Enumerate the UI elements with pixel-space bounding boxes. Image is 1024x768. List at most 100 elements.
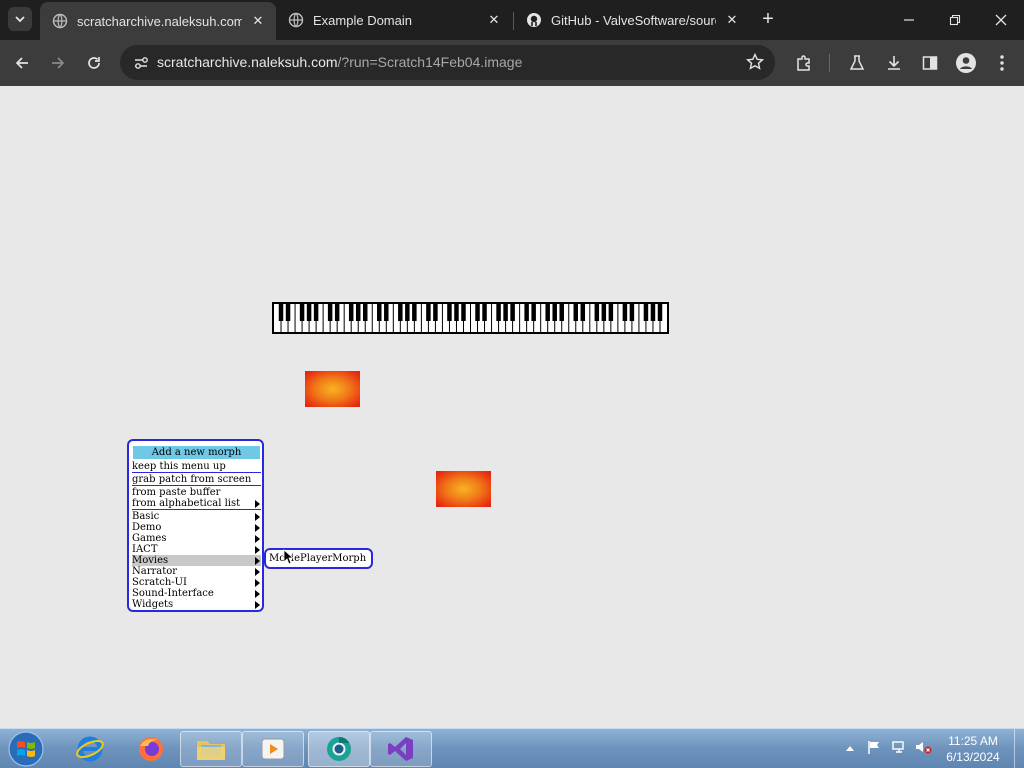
menu-item-basic[interactable]: Basic xyxy=(132,511,261,522)
labs-button[interactable] xyxy=(845,51,869,75)
piano-black-key[interactable] xyxy=(412,304,417,321)
menu-item-scratch-ui[interactable]: Scratch-UI xyxy=(132,577,261,588)
submenu-arrow-icon xyxy=(255,579,260,587)
close-window-button[interactable] xyxy=(989,8,1013,32)
network-icon[interactable] xyxy=(891,739,907,755)
submenu-arrow-icon xyxy=(255,500,260,508)
piano-black-key[interactable] xyxy=(313,304,319,321)
star-icon[interactable] xyxy=(745,52,765,72)
piano-keys xyxy=(278,304,663,332)
show-hidden-icons-icon[interactable] xyxy=(846,745,854,751)
piano-black-key[interactable] xyxy=(573,304,579,321)
piano-black-key[interactable] xyxy=(643,304,649,321)
tab-search-button[interactable] xyxy=(8,7,32,31)
menu-item-keep-menu-up[interactable]: keep this menu up xyxy=(132,461,261,472)
puzzle-icon xyxy=(797,55,810,71)
piano-black-key[interactable] xyxy=(384,304,389,321)
menu-button[interactable] xyxy=(990,51,1014,75)
taskbar-visual-studio[interactable] xyxy=(370,731,432,767)
piano-black-key[interactable] xyxy=(362,304,368,321)
piano-black-key[interactable] xyxy=(601,304,607,321)
menu-item-iact[interactable]: IACT xyxy=(132,544,261,555)
piano-black-key[interactable] xyxy=(510,304,515,321)
tab-title: Example Domain xyxy=(313,12,412,28)
gradient-patch-morph[interactable] xyxy=(305,371,360,407)
system-clock[interactable]: 11:25 AM 6/13/2024 xyxy=(936,733,1010,765)
menu-item-demo[interactable]: Demo xyxy=(132,522,261,533)
menu-item-widgets[interactable]: Widgets xyxy=(132,599,261,610)
piano-black-key[interactable] xyxy=(559,304,564,321)
downloads-button[interactable] xyxy=(882,51,906,75)
piano-black-key[interactable] xyxy=(650,304,656,321)
tab-scratcharchive[interactable]: scratcharchive.naleksuh.com/? ✕ xyxy=(40,2,276,40)
piano-black-key[interactable] xyxy=(580,304,586,321)
taskbar-media-player[interactable] xyxy=(242,731,304,767)
menu-item-grab-patch[interactable]: grab patch from screen xyxy=(132,474,261,485)
squeak-world[interactable]: Add a new morph keep this menu up grab p… xyxy=(0,86,1024,728)
action-center-flag-icon[interactable] xyxy=(866,739,882,755)
minimize-button[interactable] xyxy=(897,8,921,32)
close-tab-icon[interactable]: ✕ xyxy=(722,10,742,30)
piano-black-key[interactable] xyxy=(334,304,340,321)
back-button[interactable] xyxy=(10,51,34,75)
piano-black-key[interactable] xyxy=(657,304,663,321)
piano-black-key[interactable] xyxy=(629,304,635,321)
piano-black-key[interactable] xyxy=(496,304,501,321)
restore-button[interactable] xyxy=(943,8,967,32)
piano-black-key[interactable] xyxy=(426,304,431,321)
piano-black-key[interactable] xyxy=(405,304,410,321)
piano-black-key[interactable] xyxy=(482,304,487,321)
tab-example-domain[interactable]: Example Domain ✕ xyxy=(276,4,512,36)
taskbar-firefox[interactable] xyxy=(120,731,182,767)
piano-black-key[interactable] xyxy=(398,304,403,321)
piano-black-key[interactable] xyxy=(355,304,361,321)
address-bar[interactable]: scratcharchive.naleksuh.com/?run=Scratch… xyxy=(120,45,775,80)
gradient-patch-morph[interactable] xyxy=(436,471,491,507)
piano-black-key[interactable] xyxy=(285,304,291,321)
piano-keyboard-morph[interactable] xyxy=(272,302,669,334)
piano-black-key[interactable] xyxy=(531,304,536,321)
piano-black-key[interactable] xyxy=(306,304,312,321)
show-desktop-button[interactable] xyxy=(1014,729,1024,768)
piano-black-key[interactable] xyxy=(503,304,508,321)
close-tab-icon[interactable]: ✕ xyxy=(248,11,268,31)
extensions-button[interactable] xyxy=(792,51,816,75)
piano-black-key[interactable] xyxy=(524,304,529,321)
volume-muted-icon[interactable] xyxy=(914,739,932,755)
piano-black-key[interactable] xyxy=(447,304,452,321)
piano-black-key[interactable] xyxy=(594,304,600,321)
menu-item-from-paste-buffer[interactable]: from paste buffer xyxy=(132,487,261,498)
tab-github[interactable]: GitHub - ValveSoftware/sourc ✕ xyxy=(514,4,750,36)
menu-divider xyxy=(132,509,261,510)
side-panel-button[interactable] xyxy=(918,51,942,75)
close-tab-icon[interactable]: ✕ xyxy=(484,10,504,30)
taskbar-chrome-canary[interactable] xyxy=(308,731,370,767)
piano-black-key[interactable] xyxy=(299,304,305,321)
menu-item-alphabetical-list[interactable]: from alphabetical list xyxy=(132,498,261,509)
reload-button[interactable] xyxy=(82,51,106,75)
menu-item-movies[interactable]: Movies xyxy=(132,555,261,566)
piano-black-key[interactable] xyxy=(278,304,284,321)
forward-button[interactable] xyxy=(46,51,70,75)
submenu-arrow-icon xyxy=(255,513,260,521)
piano-black-key[interactable] xyxy=(461,304,466,321)
menu-item-narrator[interactable]: Narrator xyxy=(132,566,261,577)
piano-black-key[interactable] xyxy=(622,304,628,321)
piano-black-key[interactable] xyxy=(545,304,550,321)
piano-black-key[interactable] xyxy=(348,304,354,321)
taskbar-internet-explorer[interactable] xyxy=(59,731,121,767)
piano-black-key[interactable] xyxy=(433,304,438,321)
menu-item-sound-interface[interactable]: Sound-Interface xyxy=(132,588,261,599)
menu-item-games[interactable]: Games xyxy=(132,533,261,544)
new-tab-button[interactable]: + xyxy=(758,9,778,29)
start-button-icon[interactable] xyxy=(6,730,46,768)
piano-black-key[interactable] xyxy=(552,304,557,321)
piano-black-key[interactable] xyxy=(475,304,480,321)
profile-button[interactable] xyxy=(954,51,978,75)
piano-black-key[interactable] xyxy=(454,304,459,321)
movies-submenu: MoviePlayerMorph xyxy=(264,548,373,569)
piano-black-key[interactable] xyxy=(377,304,382,321)
piano-black-key[interactable] xyxy=(327,304,333,321)
piano-black-key[interactable] xyxy=(608,304,614,321)
taskbar-file-explorer[interactable] xyxy=(180,731,242,767)
